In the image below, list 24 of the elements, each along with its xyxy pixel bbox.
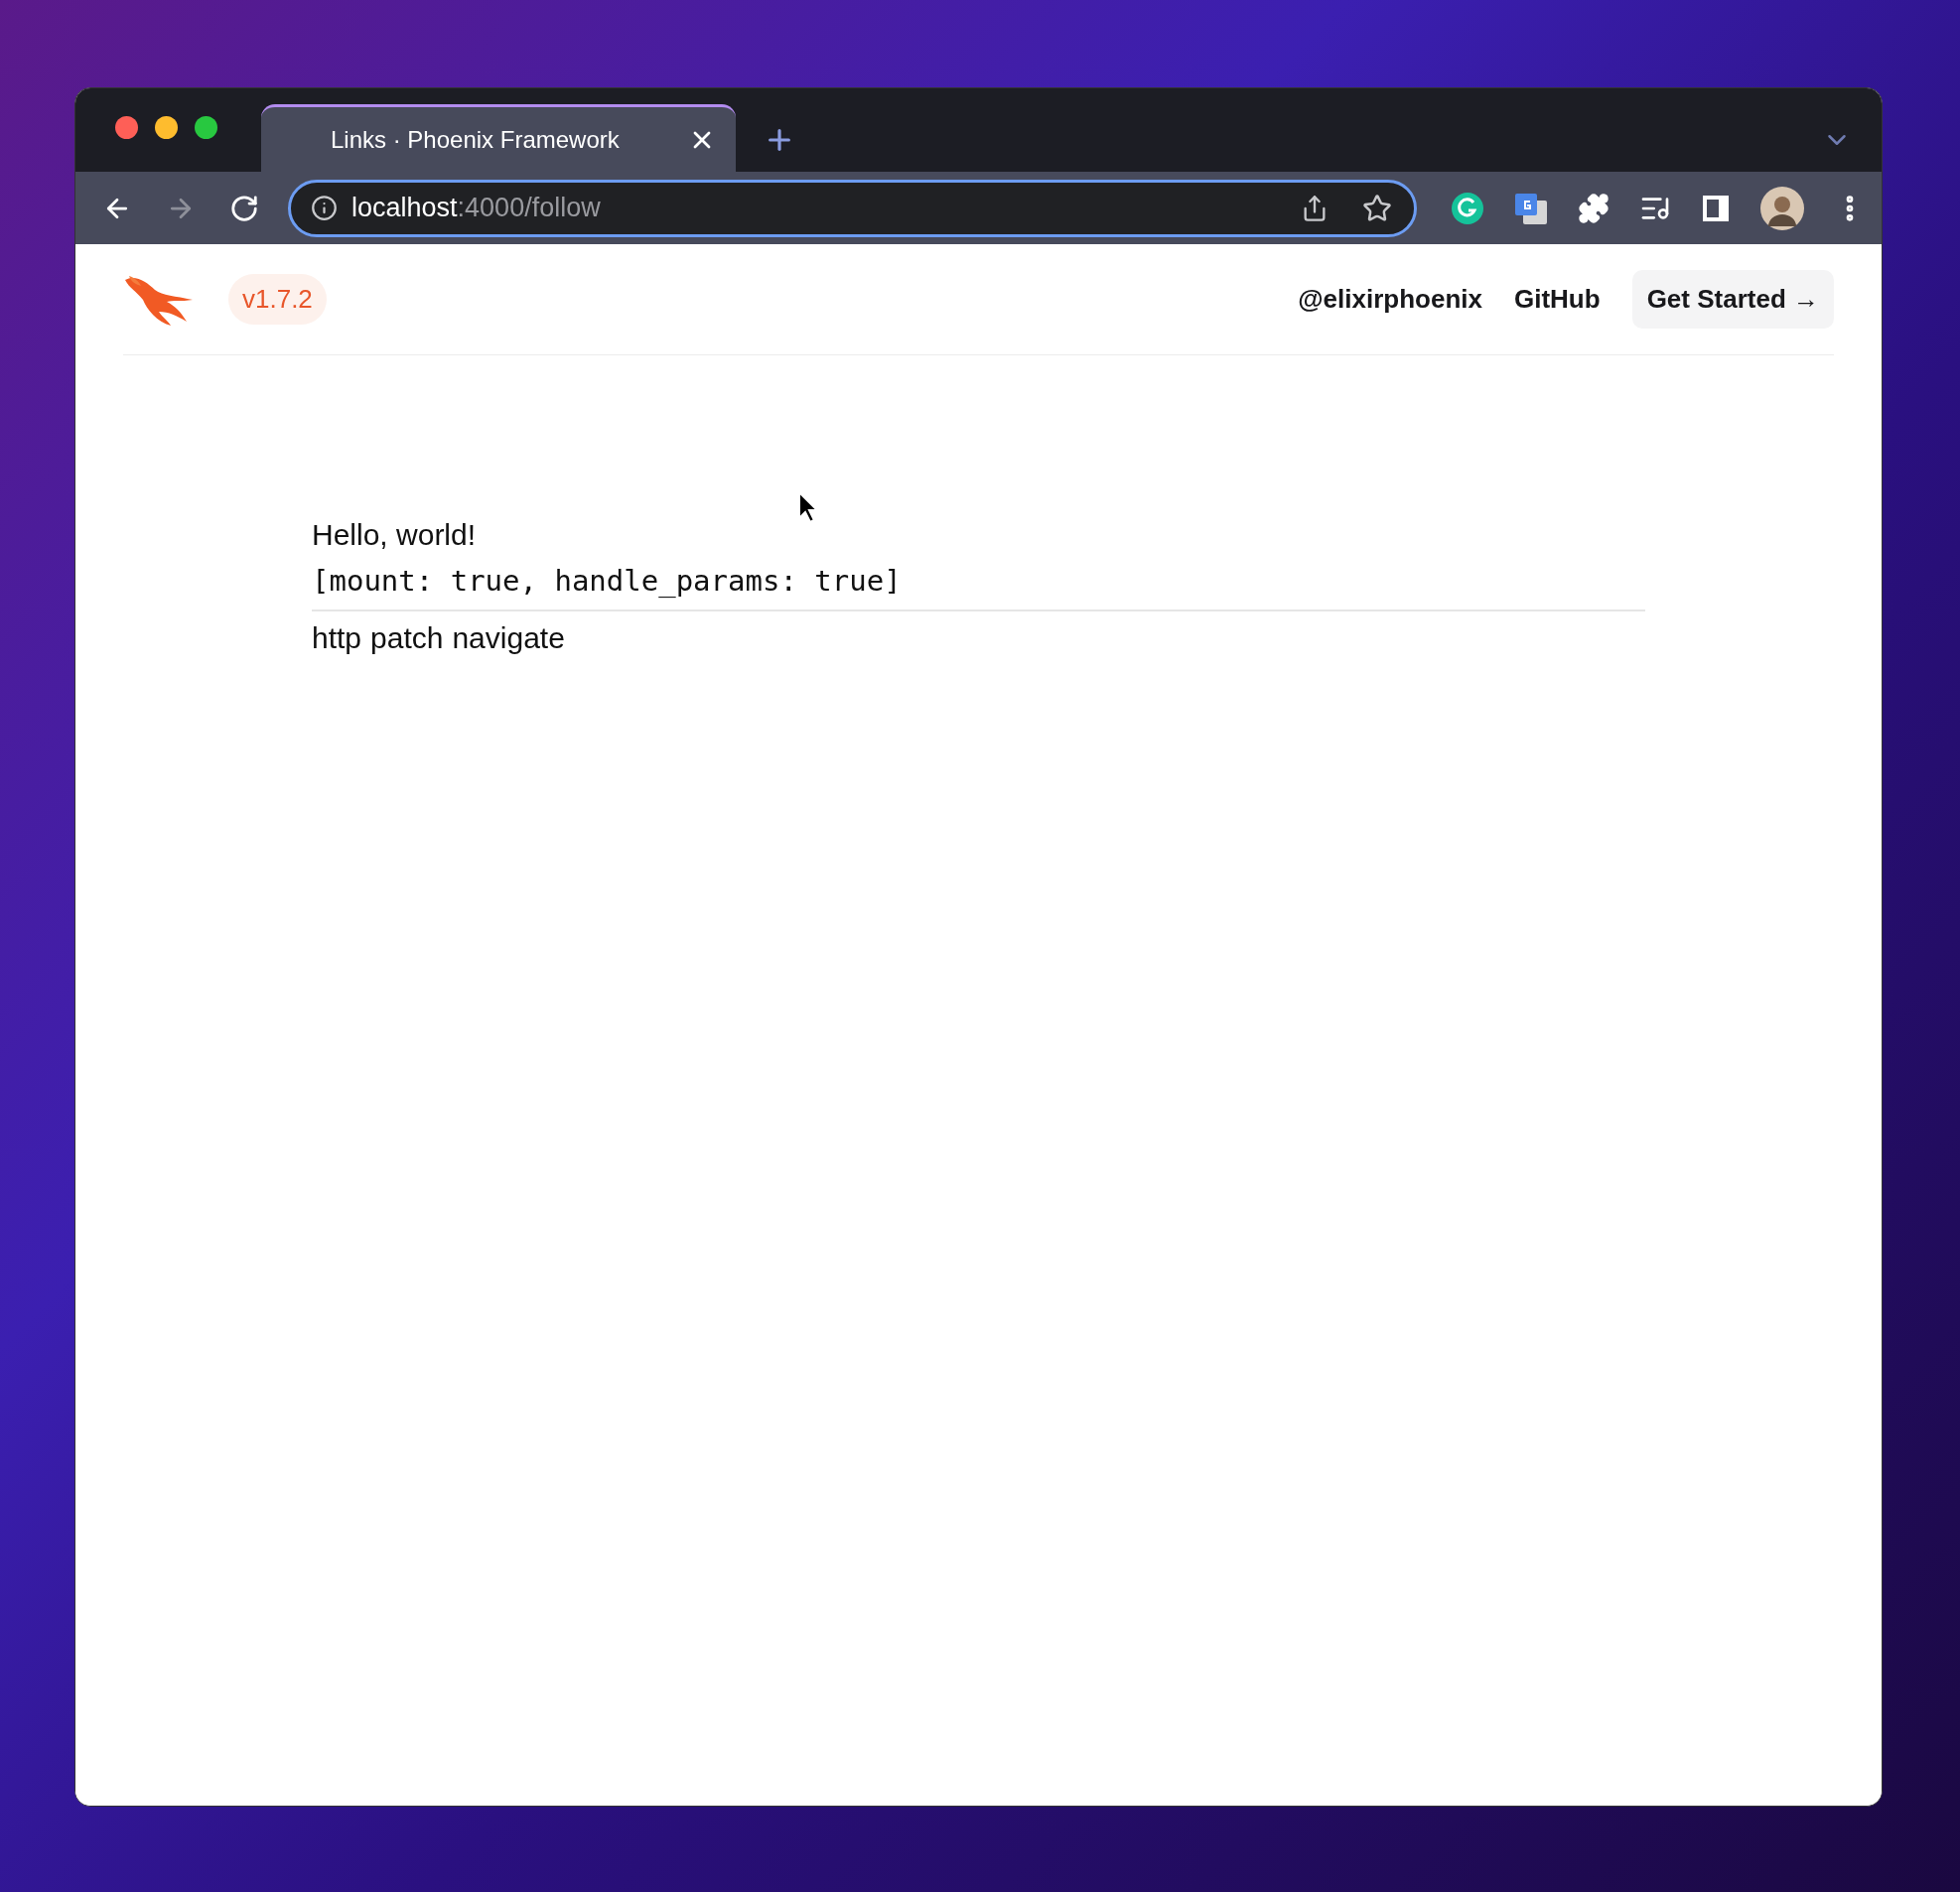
- nav-link[interactable]: @elixirphoenix: [1298, 280, 1482, 319]
- version-badge: v1.7.2: [228, 274, 327, 325]
- site-info-icon[interactable]: [311, 195, 338, 221]
- minimize-window-icon[interactable]: [155, 115, 178, 139]
- get-started-button[interactable]: Get Started →: [1631, 270, 1834, 329]
- profile-avatar-icon[interactable]: [1760, 186, 1804, 230]
- translate-extension-icon[interactable]: [1514, 191, 1548, 225]
- greeting-text: Hello, world!: [312, 517, 478, 553]
- side-panel-icon[interactable]: [1701, 193, 1731, 223]
- nav-link[interactable]: navigate: [452, 615, 565, 661]
- close-window-icon[interactable]: [115, 115, 138, 139]
- zoom-window-icon[interactable]: [195, 115, 217, 139]
- browser-tab[interactable]: Links · Phoenix Framework: [261, 104, 736, 172]
- grammar-extension-icon[interactable]: [1451, 191, 1484, 225]
- bookmark-star-icon[interactable]: [1362, 193, 1392, 223]
- nav-link[interactable]: patch: [370, 615, 444, 661]
- nav-link[interactable]: http: [312, 615, 362, 661]
- extensions-icon[interactable]: [1578, 192, 1610, 224]
- state-text: [mount: true, handle_params: true]: [312, 558, 1645, 611]
- tab-title: Links · Phoenix Framework: [331, 124, 621, 155]
- reload-icon: [229, 193, 259, 223]
- url-text: localhost:4000/follow: [351, 192, 601, 225]
- address-field[interactable]: localhost:4000/follow: [288, 179, 1417, 237]
- nav-link[interactable]: GitHub: [1513, 280, 1601, 319]
